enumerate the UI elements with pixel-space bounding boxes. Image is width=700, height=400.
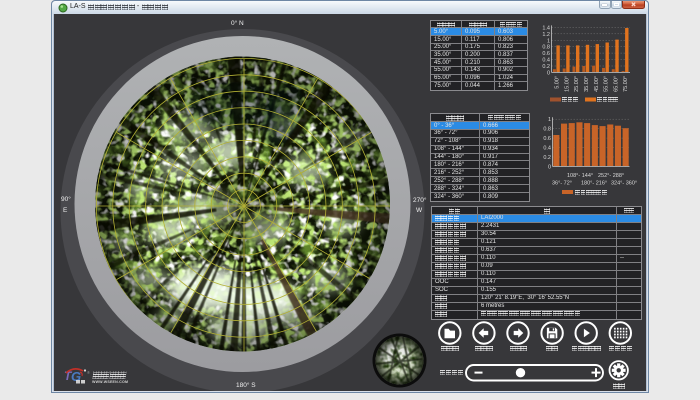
- svg-text:0.4: 0.4: [543, 146, 551, 152]
- svg-text:0.2: 0.2: [543, 155, 551, 161]
- svg-text:0° N: 0° N: [231, 19, 244, 27]
- svg-text:180° S: 180° S: [236, 381, 256, 389]
- svg-text:15.00°: 15.00°: [564, 76, 570, 92]
- svg-text:180°- 216°: 180°- 216°: [581, 181, 607, 187]
- svg-text:90°: 90°: [61, 195, 71, 203]
- svg-text:1.4: 1.4: [542, 25, 550, 31]
- svg-text:45.00°: 45.00°: [594, 76, 600, 92]
- svg-text:75.00°: 75.00°: [623, 76, 629, 92]
- svg-text:1.2: 1.2: [542, 32, 550, 38]
- svg-text:36°- 72°: 36°- 72°: [552, 181, 572, 187]
- svg-text:E: E: [63, 207, 68, 214]
- svg-text:25.00°: 25.00°: [574, 76, 580, 92]
- svg-text:108°- 144°: 108°- 144°: [567, 173, 593, 179]
- svg-text:0: 0: [548, 164, 551, 170]
- svg-text:324°- 360°: 324°- 360°: [611, 181, 637, 187]
- svg-text:252°- 288°: 252°- 288°: [598, 173, 624, 179]
- svg-text:0.8: 0.8: [543, 127, 551, 133]
- svg-text:W: W: [416, 207, 423, 214]
- svg-text:1: 1: [547, 38, 550, 44]
- svg-text:0.6: 0.6: [543, 136, 551, 142]
- svg-text:0.8: 0.8: [542, 45, 550, 51]
- svg-text:1: 1: [548, 117, 551, 123]
- svg-text:35.00°: 35.00°: [584, 76, 590, 92]
- svg-text:5.00°: 5.00°: [555, 76, 561, 89]
- svg-text:270°: 270°: [413, 196, 427, 204]
- svg-text:0: 0: [547, 70, 550, 76]
- svg-text:0.4: 0.4: [542, 58, 550, 64]
- svg-text:0.2: 0.2: [542, 64, 550, 70]
- svg-text:0.6: 0.6: [542, 51, 550, 57]
- svg-text:65.00°: 65.00°: [613, 76, 619, 92]
- svg-text:55.00°: 55.00°: [604, 76, 610, 92]
